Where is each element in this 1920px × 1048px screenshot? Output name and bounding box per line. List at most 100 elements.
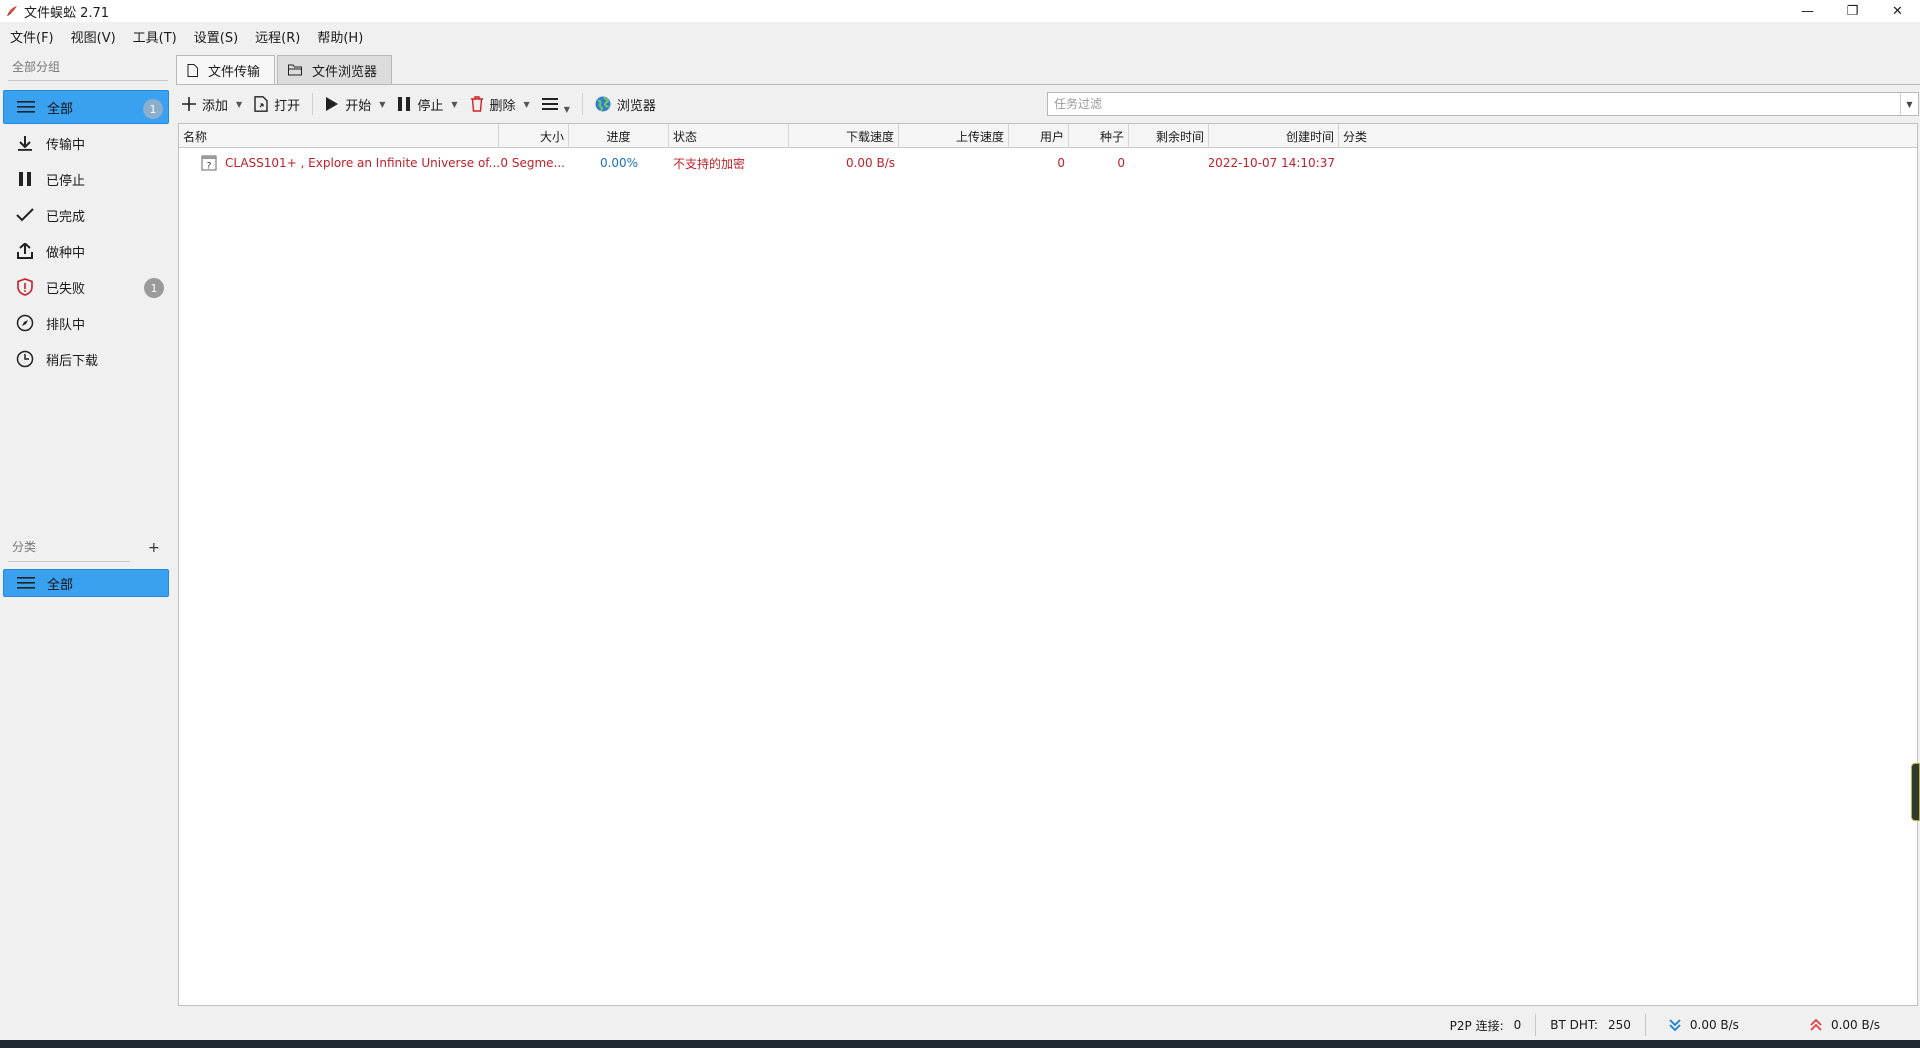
- delete-label: 删除: [489, 98, 516, 114]
- upload-speed-icon: [1809, 1018, 1823, 1032]
- category-item-all[interactable]: 全部: [3, 569, 169, 597]
- menu-tools[interactable]: 工具(T): [123, 27, 184, 46]
- list-icon: [13, 576, 39, 590]
- add-category-button[interactable]: +: [148, 540, 160, 556]
- column-header-category[interactable]: 分类: [1339, 124, 1419, 148]
- upload-speed-status: 0.00 B/s: [1795, 1014, 1920, 1036]
- sidebar-item-failed[interactable]: 已失败 1: [3, 270, 169, 304]
- table-header: 名称 大小 进度 状态 下载速度 上传速度 用户 种子 剩余时间 创建时间 分类: [179, 124, 1917, 148]
- trash-icon: [470, 96, 484, 112]
- sidebar-item-label: 已停止: [46, 173, 86, 189]
- sidebar-item-label: 全部: [47, 101, 74, 117]
- sidebar-item-label: 传输中: [46, 137, 86, 153]
- menu-bar: 文件(F) 视图(V) 工具(T) 设置(S) 远程(R) 帮助(H): [0, 24, 1920, 48]
- title-bar: 文件蜈蚣 2.71 — ❐ ✕: [0, 0, 1920, 22]
- table-row[interactable]: ? CLASS101+ , Explore an Infinite Univer…: [179, 153, 1917, 173]
- tab-label: 文件浏览器: [312, 64, 378, 80]
- more-menu-button[interactable]: ▼: [536, 90, 576, 118]
- app-logo-icon: [4, 3, 20, 19]
- open-file-icon: [254, 96, 268, 112]
- stop-button[interactable]: 停止 ▼: [391, 90, 463, 118]
- column-header-progress[interactable]: 进度: [569, 124, 669, 148]
- column-header-name[interactable]: 名称: [179, 124, 499, 148]
- count-badge: 1: [143, 99, 163, 119]
- tab-file-transfer[interactable]: 文件传输: [176, 55, 276, 85]
- column-header-seeds[interactable]: 种子: [1069, 124, 1129, 148]
- divider: [8, 561, 130, 562]
- upload-speed-value: 0.00 B/s: [1830, 1018, 1880, 1032]
- sidebar-item-label: 做种中: [46, 245, 86, 261]
- menu-settings[interactable]: 设置(S): [184, 27, 245, 46]
- column-header-remaining[interactable]: 剩余时间: [1129, 124, 1209, 148]
- clock-icon: [12, 350, 38, 368]
- menu-help[interactable]: 帮助(H): [307, 27, 370, 46]
- stop-label: 停止: [417, 98, 444, 114]
- sidebar-item-label: 稍后下载: [46, 353, 99, 369]
- svg-text:?: ?: [207, 162, 212, 172]
- sidebar-item-completed[interactable]: 已完成: [3, 198, 169, 232]
- sidebar-item-stopped[interactable]: 已停止: [3, 162, 169, 196]
- column-header-size[interactable]: 大小: [499, 124, 569, 148]
- browser-button[interactable]: 浏览器: [589, 90, 662, 118]
- start-button[interactable]: 开始 ▼: [319, 90, 391, 118]
- column-header-created[interactable]: 创建时间: [1209, 124, 1339, 148]
- cell-size: 0 Segme...: [500, 156, 565, 170]
- chevron-down-icon[interactable]: ▼: [236, 100, 242, 109]
- add-button[interactable]: 添加 ▼: [176, 90, 248, 118]
- cell-seeds: 0: [1117, 156, 1125, 170]
- close-button[interactable]: ✕: [1875, 0, 1920, 22]
- sidebar-item-label: 已完成: [46, 209, 86, 225]
- task-filter-input[interactable]: [1048, 93, 1900, 115]
- column-header-download-speed[interactable]: 下载速度: [789, 124, 899, 148]
- column-header-status[interactable]: 状态: [669, 124, 789, 148]
- shield-alert-icon: [12, 278, 38, 296]
- side-drag-handle[interactable]: [1911, 763, 1920, 821]
- column-header-upload-speed[interactable]: 上传速度: [899, 124, 1009, 148]
- start-label: 开始: [345, 98, 372, 114]
- categories-label: 分类: [12, 540, 37, 554]
- sidebar-item-seeding[interactable]: 做种中: [3, 234, 169, 268]
- window-title: 文件蜈蚣 2.71: [24, 5, 110, 21]
- download-speed-icon: [1668, 1018, 1682, 1032]
- cell-peers: 0: [1057, 156, 1065, 170]
- os-taskbar: [0, 1040, 1920, 1048]
- open-button[interactable]: 打开: [248, 90, 306, 118]
- file-icon: [187, 64, 198, 77]
- divider: [312, 93, 314, 115]
- sidebar-item-label: 排队中: [46, 317, 86, 333]
- tab-file-browser[interactable]: 文件浏览器: [277, 55, 393, 84]
- sidebar-item-all[interactable]: 全部 1: [3, 90, 169, 124]
- download-speed-status: 0.00 B/s: [1644, 1014, 1795, 1036]
- chevron-down-icon[interactable]: ▼: [524, 100, 530, 109]
- column-header-peers[interactable]: 用户: [1009, 124, 1069, 148]
- task-name: CLASS101+ , Explore an Infinite Universe…: [225, 156, 499, 170]
- divider: [176, 84, 1920, 85]
- download-icon: [12, 135, 38, 151]
- chevron-down-icon[interactable]: ▼: [379, 100, 385, 109]
- pause-icon: [12, 171, 38, 187]
- delete-button[interactable]: 删除 ▼: [464, 90, 536, 118]
- upload-icon: [12, 243, 38, 259]
- menu-file[interactable]: 文件(F): [0, 27, 61, 46]
- sidebar-item-later[interactable]: 稍后下载: [3, 342, 169, 376]
- p2p-status: P2P 连接: 0: [1436, 1014, 1536, 1036]
- restore-button[interactable]: ❐: [1830, 0, 1875, 22]
- sidebar-item-queued[interactable]: 排队中: [3, 306, 169, 340]
- chevron-down-icon[interactable]: ▼: [564, 105, 570, 114]
- sidebar-item-label: 已失败: [46, 281, 86, 297]
- plus-icon: [182, 97, 196, 111]
- add-label: 添加: [202, 98, 229, 114]
- menu-remote[interactable]: 远程(R): [245, 27, 307, 46]
- chevron-down-icon[interactable]: ▼: [451, 100, 457, 109]
- p2p-value: 0: [1513, 1018, 1522, 1032]
- chevron-down-icon[interactable]: ▼: [1900, 93, 1918, 115]
- hamburger-icon: [541, 97, 558, 111]
- cell-upload-speed: [899, 153, 1009, 173]
- menu-view[interactable]: 视图(V): [61, 27, 123, 46]
- minimize-button[interactable]: —: [1785, 0, 1830, 22]
- globe-icon: [595, 96, 611, 112]
- sidebar-item-downloading[interactable]: 传输中: [3, 126, 169, 160]
- list-icon: [13, 100, 39, 114]
- task-filter: ▼: [1047, 92, 1919, 116]
- cell-created: 2022-10-07 14:10:37: [1209, 156, 1335, 170]
